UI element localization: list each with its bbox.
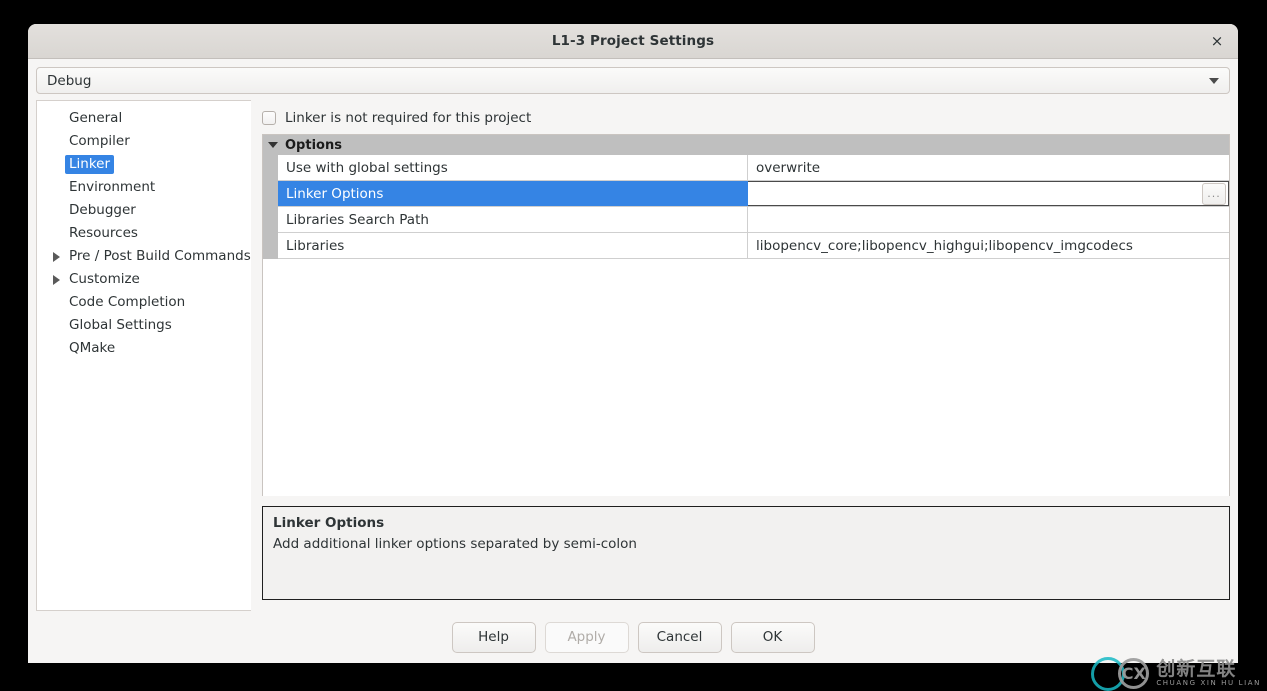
option-value-text: libopencv_core;libopencv_highgui;libopen… [756, 237, 1133, 254]
table-row[interactable]: Linker Options... [278, 181, 1229, 207]
option-value-cell[interactable]: ... [748, 181, 1229, 206]
sidebar-item-general[interactable]: General [37, 107, 251, 130]
option-value-cell[interactable] [748, 207, 1229, 232]
desktop-background: L1-3 Project Settings × Debug General Com… [0, 0, 1267, 691]
expand-triangle-icon[interactable] [47, 274, 65, 285]
expand-triangle-icon[interactable] [47, 251, 65, 262]
dialog-title: L1-3 Project Settings [551, 33, 715, 49]
dialog-titlebar: L1-3 Project Settings × [28, 24, 1238, 59]
apply-button: Apply [544, 621, 629, 653]
linker-not-required-row: Linker is not required for this project [262, 100, 1230, 134]
table-row[interactable]: Use with global settings overwrite [278, 155, 1229, 181]
sidebar-item-global-settings[interactable]: Global Settings [37, 314, 251, 337]
option-name-cell[interactable]: Linker Options [278, 181, 748, 206]
option-value-cell[interactable]: overwrite [748, 155, 1229, 180]
dialog-button-bar: Help Apply Cancel OK [28, 611, 1238, 663]
settings-content-panel: Linker is not required for this project … [251, 100, 1230, 611]
sidebar-item-linker[interactable]: Linker [37, 153, 251, 176]
linker-not-required-label: Linker is not required for this project [285, 110, 532, 126]
description-title: Linker Options [273, 515, 385, 531]
option-value-text: overwrite [756, 159, 821, 176]
sidebar-item-label: Code Completion [69, 294, 186, 310]
sidebar-item-label: Compiler [69, 133, 130, 149]
configuration-selector-row: Debug [28, 59, 1238, 100]
project-settings-dialog: L1-3 Project Settings × Debug General Com… [28, 24, 1238, 663]
sidebar-item-qmake[interactable]: QMake [37, 337, 251, 360]
option-name-cell[interactable]: Libraries Search Path [278, 207, 748, 232]
ok-button[interactable]: OK [730, 621, 815, 653]
sidebar-item-customize[interactable]: Customize [37, 268, 251, 291]
dialog-body: General Compiler Linker Environment Debugger… [28, 100, 1238, 611]
description-text: Add additional linker options separated … [273, 536, 637, 552]
sidebar-item-label: Customize [69, 271, 140, 287]
sidebar-item-environment[interactable]: Environment [37, 176, 251, 199]
sidebar-item-label: General [69, 110, 123, 126]
sidebar-item-label: Linker [65, 155, 115, 174]
options-table: Options Use with global settings overwrit… [262, 134, 1230, 496]
configuration-combobox-value: Debug [47, 72, 92, 89]
sidebar-item-label: QMake [69, 340, 116, 356]
watermark-texts: 创新互联 CHUANG XIN HU LIAN [1156, 657, 1261, 687]
close-icon[interactable]: × [1204, 28, 1230, 54]
watermark-pinyin: CHUANG XIN HU LIAN [1156, 678, 1261, 687]
sidebar-item-label: Environment [69, 179, 156, 195]
triangle-right-icon [52, 274, 60, 285]
configuration-combobox[interactable]: Debug [36, 67, 1230, 94]
chevron-down-icon [1209, 77, 1219, 84]
sidebar-item-label: Pre / Post Build Commands [69, 248, 251, 264]
browse-ellipsis-button[interactable]: ... [1202, 182, 1226, 205]
option-value-cell[interactable]: libopencv_core;libopencv_highgui;libopen… [748, 233, 1229, 258]
sidebar-item-pre-post-build-commands[interactable]: Pre / Post Build Commands [37, 245, 251, 268]
sidebar-item-resources[interactable]: Resources [37, 222, 251, 245]
option-name-cell[interactable]: Use with global settings [278, 155, 748, 180]
watermark-logo-icon: CX [1118, 658, 1150, 689]
watermark: CX 创新互联 CHUANG XIN HU LIAN [1118, 658, 1261, 689]
settings-category-sidebar: General Compiler Linker Environment Debugger… [36, 100, 251, 611]
sidebar-item-code-completion[interactable]: Code Completion [37, 291, 251, 314]
collapse-triangle-icon[interactable] [268, 142, 278, 148]
triangle-right-icon [52, 251, 60, 262]
watermark-chinese: 创新互联 [1156, 657, 1237, 680]
table-row[interactable]: Libraries Search Path [278, 207, 1229, 233]
linker-not-required-checkbox[interactable] [262, 111, 276, 125]
options-rows-container: Use with global settings overwrite Linker … [263, 155, 1229, 259]
table-row[interactable]: Libraries libopencv_core;libopencv_highgu… [278, 233, 1229, 259]
cancel-button[interactable]: Cancel [637, 621, 722, 653]
description-panel: Linker Options Add additional linker opt… [262, 506, 1230, 600]
sidebar-item-compiler[interactable]: Compiler [37, 130, 251, 153]
sidebar-item-debugger[interactable]: Debugger [37, 199, 251, 222]
options-group-label: Options [285, 137, 342, 153]
sidebar-item-label: Global Settings [69, 317, 172, 333]
options-table-empty-space [263, 259, 1229, 496]
option-name-cell[interactable]: Libraries [278, 233, 748, 258]
help-button[interactable]: Help [451, 621, 536, 653]
sidebar-item-label: Debugger [69, 202, 136, 218]
sidebar-item-label: Resources [69, 225, 138, 241]
options-group-header[interactable]: Options [263, 135, 1229, 155]
